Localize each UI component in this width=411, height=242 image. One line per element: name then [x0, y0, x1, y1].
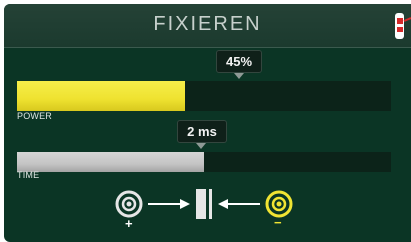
time-value: 2 ms — [187, 124, 217, 139]
page-title: FIXIEREN — [153, 13, 262, 35]
arrow-right-icon — [148, 199, 190, 209]
power-value: 45% — [225, 54, 253, 69]
power-pointer — [234, 73, 244, 79]
power-label: POWER — [17, 111, 53, 121]
minus-sign: − — [274, 215, 282, 230]
power-slider[interactable] — [17, 81, 391, 111]
header-bar: FIXIEREN — [4, 4, 411, 48]
workpiece-icon — [196, 189, 212, 219]
time-slider-fill — [17, 152, 204, 172]
time-label: TIME — [17, 170, 40, 180]
fixieren-screen: FIXIEREN 45% POWER 2 ms TIME + − — [4, 4, 411, 242]
time-slider[interactable] — [17, 152, 391, 172]
plus-sign: + — [125, 216, 133, 231]
arrow-left-icon — [218, 199, 260, 209]
electrode-diagram: + − — [112, 186, 302, 232]
power-slider-fill — [17, 81, 186, 111]
power-value-tag: 45% — [216, 50, 262, 73]
time-pointer — [196, 143, 206, 149]
time-value-tag: 2 ms — [177, 120, 227, 143]
positive-electrode-icon — [115, 190, 143, 218]
fixing-tool-icon[interactable] — [389, 10, 411, 42]
negative-electrode-icon — [265, 190, 293, 218]
